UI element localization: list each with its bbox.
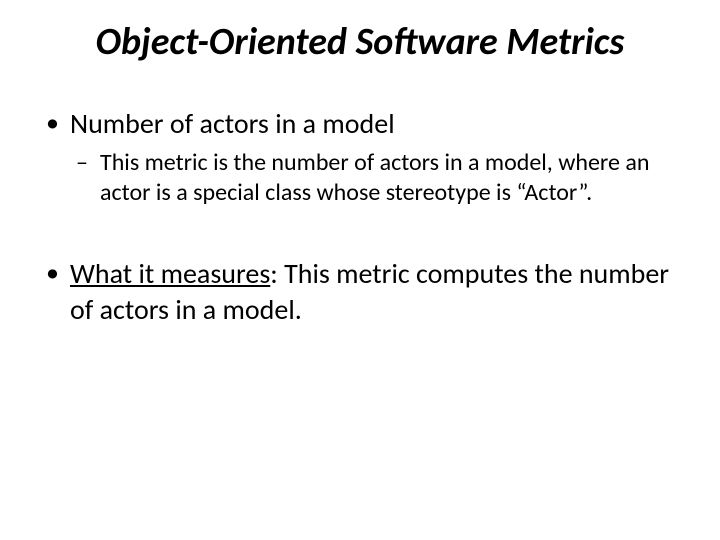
bullet-1: Number of actors in a model This metric …	[40, 106, 680, 208]
slide-title: Object-Oriented Software Metrics	[40, 20, 680, 66]
bullet-2: What it measures: This metric computes t…	[40, 256, 680, 329]
bullet-list: Number of actors in a model This metric …	[40, 106, 680, 208]
bullet-1-text: Number of actors in a model	[70, 106, 395, 141]
sub-bullet-list: This metric is the number of actors in a…	[70, 148, 680, 208]
bullet-2-lead: What it measures	[70, 256, 270, 291]
spacer	[40, 218, 680, 256]
slide: Object-Oriented Software Metrics Number …	[0, 0, 720, 540]
sub-bullet-1: This metric is the number of actors in a…	[70, 148, 680, 208]
bullet-list-2: What it measures: This metric computes t…	[40, 256, 680, 329]
